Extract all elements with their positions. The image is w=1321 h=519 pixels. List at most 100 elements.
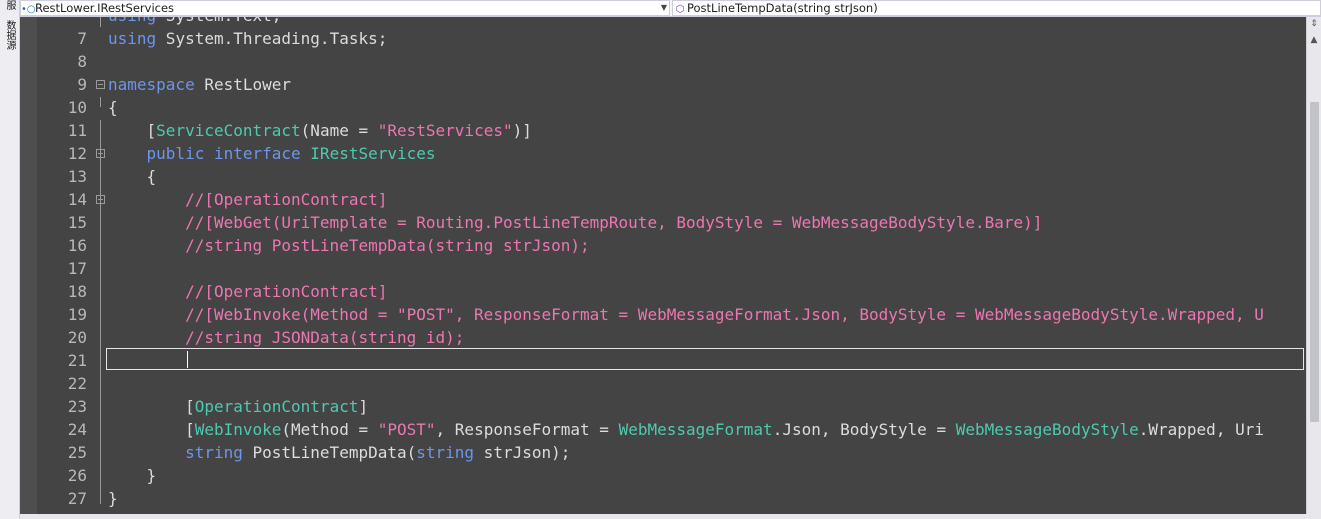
token-pl: .Wrapped, Uri (1138, 420, 1264, 439)
line-number: 14 (67, 190, 87, 209)
line-number: 9 (77, 75, 87, 94)
line-number: 20 (67, 328, 87, 347)
method-icon: ⬡ (675, 4, 685, 15)
token-pl: strJson); (474, 443, 571, 462)
code-text: [ServiceContract(Name = "RestServices")] (108, 119, 532, 142)
code-line[interactable]: 24 [WebInvoke(Method = "POST", ResponseF… (20, 418, 1306, 441)
token-cm: //[WebInvoke(Method = "POST", ResponseFo… (108, 305, 1264, 324)
line-number: 22 (67, 374, 87, 393)
collapse-icon[interactable] (96, 80, 105, 89)
type-dropdown[interactable]: •○RestLower.IRestServices ▼ (20, 0, 670, 16)
line-number: 15 (67, 213, 87, 232)
horizontal-scrollbar[interactable] (20, 514, 1321, 519)
code-line[interactable]: 14 //[OperationContract] (20, 188, 1306, 211)
token-pl: , ResponseFormat = (435, 420, 619, 439)
scrollbar-thumb[interactable] (1310, 102, 1319, 422)
chevron-down-icon[interactable]: ▼ (661, 1, 667, 15)
code-text: using System.Threading.Tasks; (108, 27, 387, 50)
token-pl: [ (108, 420, 195, 439)
token-ty: WebMessageFormat (618, 420, 773, 439)
code-text: //[WebInvoke(Method = "POST", ResponseFo… (108, 303, 1264, 326)
token-pl: (Name = (300, 121, 378, 140)
code-text: [OperationContract] (108, 395, 368, 418)
token-pl: } (108, 489, 118, 508)
code-line[interactable]: using System.Text; (20, 17, 1306, 27)
code-line[interactable]: 9 namespace RestLower (20, 73, 1306, 96)
token-str: "RestServices" (377, 121, 513, 140)
token-kw: public interface (146, 144, 301, 163)
code-line[interactable]: 19 //[WebInvoke(Method = "POST", Respons… (20, 303, 1306, 326)
interface-icon: •○ (21, 4, 36, 15)
code-line[interactable]: 15 //[WebGet(UriTemplate = Routing.PostL… (20, 211, 1306, 234)
code-editor[interactable]: using System.Text; 7 using System.Threadin… (20, 17, 1306, 514)
code-text: using System.Text; (108, 17, 281, 27)
code-line[interactable]: 13 { (20, 165, 1306, 188)
token-pl: (Method = (281, 420, 378, 439)
token-ty: WebInvoke (194, 420, 282, 439)
side-tab-data-sources[interactable]: 数据源 (1, 20, 18, 50)
code-line[interactable]: 11 [ServiceContract(Name = "RestServices… (20, 119, 1306, 142)
token-pl: } (108, 466, 157, 485)
code-line[interactable]: 26 } (20, 464, 1306, 487)
code-text: public interface IRestServices (108, 142, 436, 165)
token-kw: using (108, 29, 157, 48)
split-view-icon[interactable]: ⇕ (1307, 17, 1321, 31)
collapse-icon[interactable] (96, 195, 105, 204)
code-text: //[WebGet(UriTemplate = Routing.PostLine… (108, 211, 1042, 234)
member-dropdown[interactable]: ⬡ PostLineTempData(string strJson) (672, 0, 1321, 16)
token-kw: string (416, 443, 475, 462)
code-line[interactable]: 12 public interface IRestServices (20, 142, 1306, 165)
token-kw: using (108, 17, 156, 25)
line-number: 12 (67, 144, 87, 163)
code-line[interactable]: 20 //string JSONData(string id); (20, 326, 1306, 349)
token-pl: { (108, 98, 118, 117)
code-text: //string PostLineTempData(string strJson… (108, 234, 590, 257)
token-ty: WebMessageBodyStyle (955, 420, 1139, 439)
code-line[interactable]: 8 (20, 50, 1306, 73)
code-line[interactable]: 10 { (20, 96, 1306, 119)
line-number: 13 (67, 167, 87, 186)
token-cm: //[WebGet(UriTemplate = Routing.PostLine… (108, 213, 1043, 232)
code-text: } (108, 487, 118, 510)
token-str: "POST" (377, 420, 436, 439)
line-number: 16 (67, 236, 87, 255)
code-line[interactable]: 7 using System.Threading.Tasks; (20, 27, 1306, 50)
code-line[interactable]: 16 //string PostLineTempData(string strJ… (20, 234, 1306, 257)
line-number: 23 (67, 397, 87, 416)
code-line[interactable]: 18 //[OperationContract] (20, 280, 1306, 303)
vertical-scrollbar[interactable]: ⇕ ▲ (1306, 17, 1321, 514)
token-pl: System.Threading.Tasks; (156, 29, 388, 48)
code-text: } (108, 464, 157, 487)
scroll-up-icon[interactable]: ▲ (1307, 33, 1321, 47)
line-number: 10 (67, 98, 87, 117)
code-line[interactable]: 21 (20, 349, 1306, 372)
token-pl: [ (108, 121, 157, 140)
code-line[interactable]: 17 (20, 257, 1306, 280)
code-line[interactable]: 25 string PostLineTempData(string strJso… (20, 441, 1306, 464)
line-number: 8 (77, 52, 87, 71)
token-cm: //[OperationContract] (108, 190, 388, 209)
line-number: 11 (67, 121, 87, 140)
token-pl: { (108, 167, 157, 186)
code-text: [WebInvoke(Method = "POST", ResponseForm… (108, 418, 1264, 441)
token-pl: RestLower (194, 75, 292, 94)
token-pl: ] (358, 397, 369, 416)
code-text: //[OperationContract] (108, 280, 387, 303)
collapse-icon[interactable] (96, 149, 105, 158)
token-pl: System.Text; (156, 17, 282, 25)
tool-window-strip: 服 数据源 (0, 0, 20, 519)
token-pl: )] (512, 121, 532, 140)
line-number: 7 (77, 29, 87, 48)
line-number: 17 (67, 259, 87, 278)
token-ty: OperationContract (194, 397, 359, 416)
token-kw: string (185, 443, 243, 462)
line-number: 24 (67, 420, 87, 439)
token-cm: //string JSONData(string id); (108, 328, 465, 347)
side-tab-server[interactable]: 服 (1, 0, 18, 10)
code-line[interactable]: 27} (20, 487, 1306, 510)
code-line[interactable]: 23 [OperationContract] (20, 395, 1306, 418)
token-pl: PostLineTempData( (242, 443, 417, 462)
code-line[interactable]: 22 (20, 372, 1306, 395)
